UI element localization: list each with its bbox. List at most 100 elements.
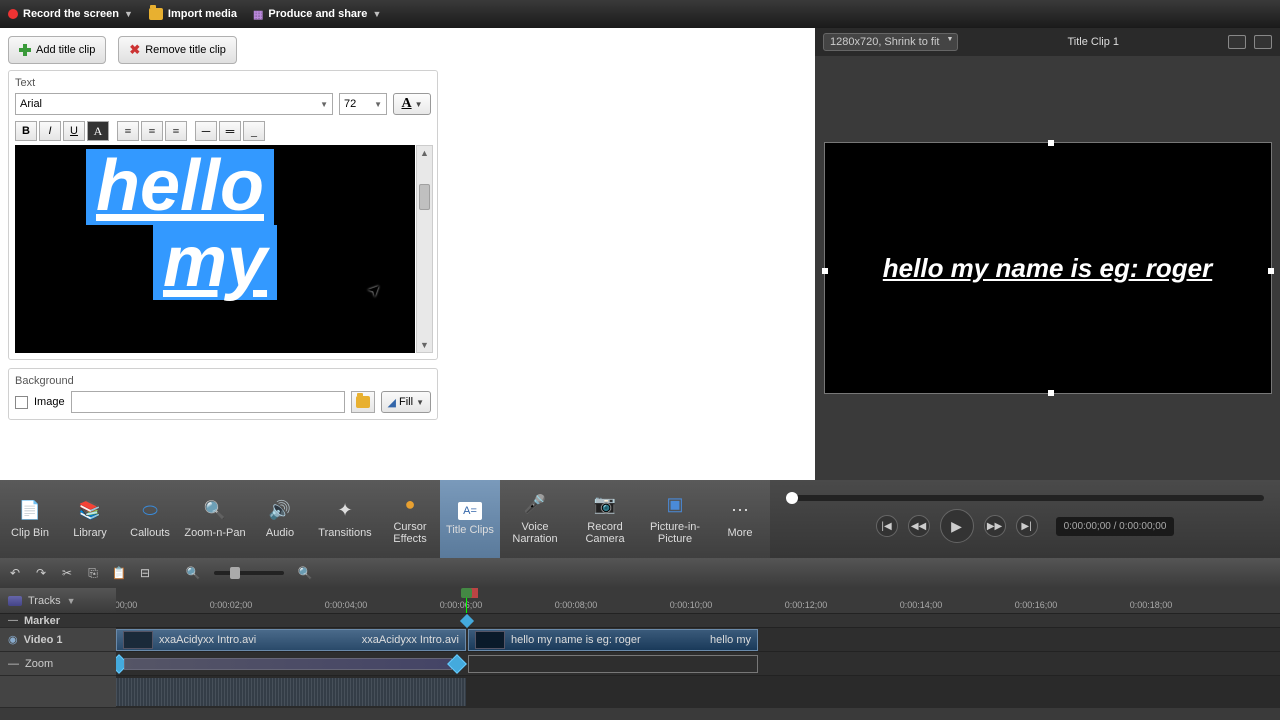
zoom-out-button[interactable]: 🔍	[184, 564, 202, 582]
zoom-track[interactable]	[116, 652, 1280, 676]
bold-button[interactable]: B	[15, 121, 37, 141]
play-button[interactable]: ▶	[940, 509, 974, 543]
audio-track[interactable]	[116, 676, 1280, 708]
go-start-button[interactable]: |◀	[876, 515, 898, 537]
remove-title-clip-button[interactable]: ✖ Remove title clip	[118, 36, 237, 64]
produce-share-menu[interactable]: ▦ Produce and share ▼	[253, 8, 381, 21]
fullscreen-preview-button[interactable]	[1254, 35, 1272, 49]
more-icon: ⋯	[726, 499, 754, 523]
image-path-input[interactable]	[71, 391, 345, 413]
paste-button[interactable]: 📋	[110, 564, 128, 582]
font-size-select[interactable]: 72	[339, 93, 387, 115]
marker-diamond[interactable]	[460, 614, 474, 628]
video-clip-1[interactable]: xxaAcidyxx Intro.avi xxaAcidyxx Intro.av…	[116, 629, 466, 651]
font-color-icon: A	[401, 96, 411, 112]
preview-resolution-select[interactable]: 1280x720, Shrink to fit	[823, 33, 958, 51]
import-label: Import media	[168, 8, 237, 20]
audio-waveform[interactable]	[116, 678, 466, 706]
resize-handle[interactable]	[1048, 140, 1054, 146]
import-media-menu[interactable]: Import media	[149, 8, 237, 20]
tab-record-camera[interactable]: 📷Record Camera	[570, 480, 640, 558]
track-label-zoom[interactable]: — Zoom	[0, 652, 116, 676]
playback-time: 0:00:00;00 / 0:00:00;00	[1056, 517, 1175, 536]
slider-thumb[interactable]	[786, 492, 798, 504]
image-checkbox[interactable]	[15, 396, 28, 409]
valign-top-button[interactable]: ─	[195, 121, 217, 141]
tab-title-clips[interactable]: A=Title Clips	[440, 480, 500, 558]
redo-button[interactable]: ↷	[32, 564, 50, 582]
font-color-button[interactable]: A ▼	[393, 93, 431, 115]
title-text-editor[interactable]: hello my	[15, 145, 415, 353]
zoom-slider-thumb[interactable]	[230, 567, 240, 579]
font-family-select[interactable]: Arial	[15, 93, 333, 115]
browse-image-button[interactable]	[351, 391, 375, 413]
undo-button[interactable]: ↶	[6, 564, 24, 582]
video-track-1[interactable]: xxaAcidyxx Intro.avi xxaAcidyxx Intro.av…	[116, 628, 1280, 652]
record-label: Record the screen	[23, 8, 119, 20]
scroll-down-icon[interactable]: ▼	[420, 340, 429, 350]
title-clip[interactable]: hello my name is eg: roger hello my	[468, 629, 758, 651]
underline-button[interactable]: U	[63, 121, 85, 141]
resize-handle[interactable]	[1048, 390, 1054, 396]
zoom-in-button[interactable]: 🔍	[296, 564, 314, 582]
timeline-ruler[interactable]: 0:00:00;00 0:00:02;00 0:00:04;00 0:00:06…	[116, 588, 1280, 614]
track-label-audio[interactable]	[0, 676, 116, 708]
resize-handle[interactable]	[822, 268, 828, 274]
cut-button[interactable]: ✂	[58, 564, 76, 582]
tab-picture-in-picture[interactable]: ▣Picture-in-Picture	[640, 480, 710, 558]
track-label-video1[interactable]: ◉Video 1	[0, 628, 116, 652]
tab-callouts[interactable]: ⬭Callouts	[120, 480, 180, 558]
record-screen-menu[interactable]: Record the screen ▼	[8, 8, 133, 20]
text-section-label: Text	[15, 77, 431, 89]
scroll-thumb[interactable]	[419, 184, 430, 210]
background-section-label: Background	[15, 375, 431, 387]
step-forward-button[interactable]: ▶▶	[984, 515, 1006, 537]
go-end-button[interactable]: ▶|	[1016, 515, 1038, 537]
resize-handle[interactable]	[1268, 268, 1274, 274]
preview-canvas[interactable]: hello my name is eg: roger	[824, 142, 1272, 394]
editor-line: my	[153, 225, 277, 301]
valign-bottom-button[interactable]: _	[243, 121, 265, 141]
add-title-clip-button[interactable]: Add title clip	[8, 36, 106, 64]
copy-button[interactable]: ⎘	[84, 564, 102, 582]
split-button[interactable]: ⊟	[136, 564, 154, 582]
preview-header: 1280x720, Shrink to fit Title Clip 1	[815, 28, 1280, 56]
text-style-button[interactable]: A	[87, 121, 109, 141]
track-label-marker[interactable]: — Marker	[0, 614, 116, 628]
scroll-up-icon[interactable]: ▲	[420, 148, 429, 158]
align-left-button[interactable]: ≡	[117, 121, 139, 141]
tracks-menu[interactable]: Tracks ▼	[0, 588, 116, 614]
player-controls: |◀ ◀◀ ▶ ▶▶ ▶| 0:00:00;00 / 0:00:00;00	[770, 480, 1280, 558]
playhead[interactable]	[466, 588, 467, 613]
align-center-button[interactable]: ≡	[141, 121, 163, 141]
detach-preview-button[interactable]	[1228, 35, 1246, 49]
fill-color-button[interactable]: ◢ Fill ▼	[381, 391, 431, 413]
tab-library[interactable]: 📚Library	[60, 480, 120, 558]
tab-clip-bin[interactable]: 📄Clip Bin	[0, 480, 60, 558]
folder-icon	[356, 396, 370, 408]
marker-lane[interactable]	[116, 614, 1280, 628]
tab-more[interactable]: ⋯More	[710, 480, 770, 558]
zoom-region[interactable]	[124, 658, 452, 670]
tab-voice-narration[interactable]: 🎤Voice Narration	[500, 480, 570, 558]
eye-icon[interactable]: ◉	[8, 633, 18, 646]
valign-middle-button[interactable]: ═	[219, 121, 241, 141]
camera-icon: 📷	[591, 493, 619, 517]
clip-name-right: hello my	[710, 634, 751, 646]
x-icon: ✖	[129, 42, 140, 58]
italic-button[interactable]: I	[39, 121, 61, 141]
align-right-button[interactable]: ≡	[165, 121, 187, 141]
microphone-icon: 🎤	[521, 493, 549, 517]
tab-cursor-effects[interactable]: ●Cursor Effects	[380, 480, 440, 558]
tab-transitions[interactable]: ✦Transitions	[310, 480, 380, 558]
tab-audio[interactable]: 🔊Audio	[250, 480, 310, 558]
ruler-tick: 0:00:14;00	[900, 600, 943, 610]
step-back-button[interactable]: ◀◀	[908, 515, 930, 537]
playback-slider[interactable]	[786, 495, 1264, 501]
folder-icon	[149, 8, 163, 20]
timeline-zoom-slider[interactable]	[214, 571, 284, 575]
tab-zoom-n-pan[interactable]: 🔍Zoom-n-Pan	[180, 480, 250, 558]
produce-label: Produce and share	[268, 8, 367, 20]
zoom-placeholder[interactable]	[468, 655, 758, 673]
editor-scrollbar[interactable]: ▲ ▼	[416, 145, 433, 353]
